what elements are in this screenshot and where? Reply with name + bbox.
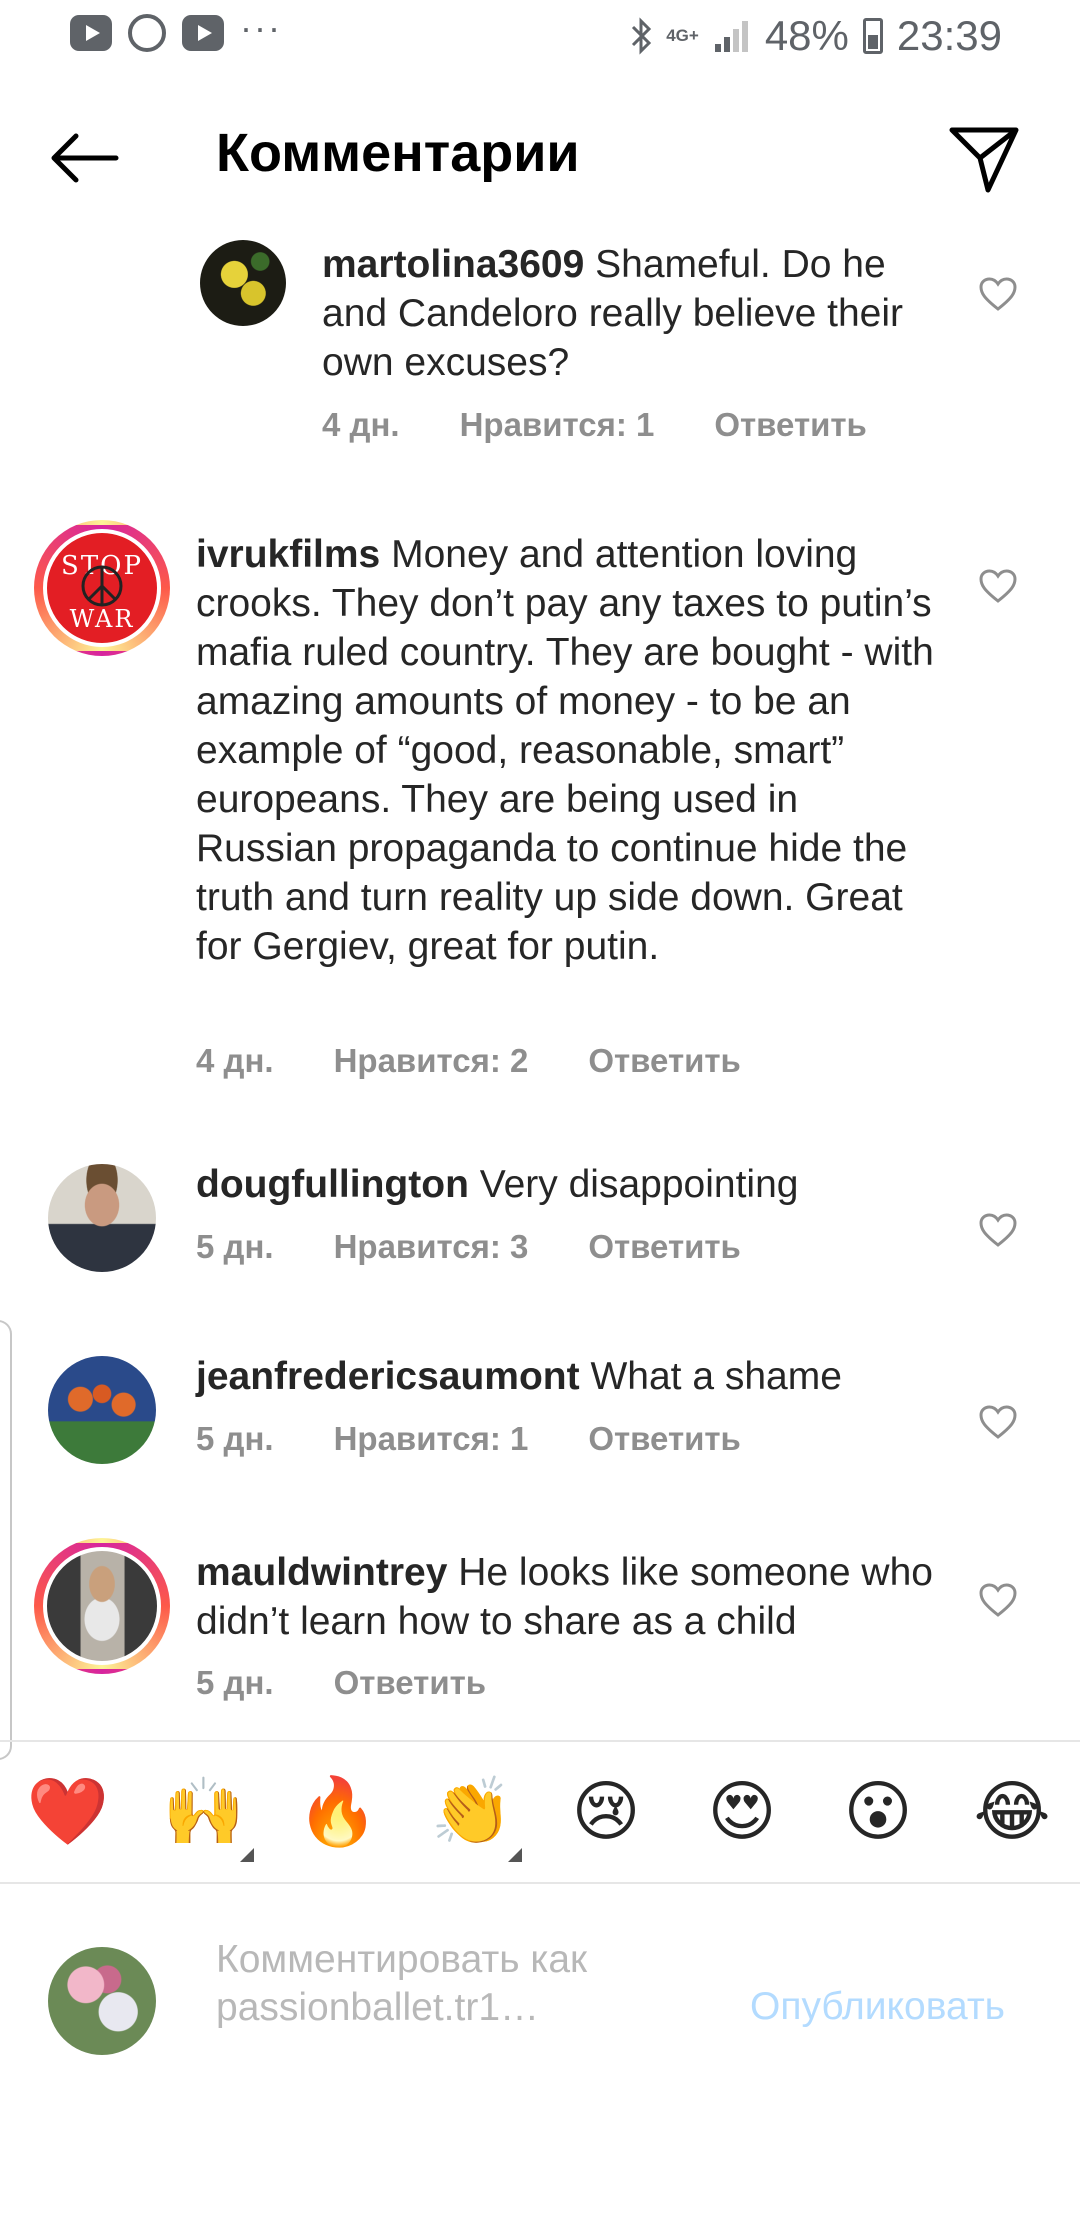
notification-icons: ···	[70, 7, 282, 52]
divider	[0, 1882, 1080, 1884]
emoji-clap-button[interactable]: 👏	[422, 1762, 522, 1862]
comment-meta: 5 дн. Нравится: 1 Ответить	[196, 1420, 801, 1458]
like-heart-icon[interactable]	[978, 1212, 1018, 1248]
reply-button[interactable]: Ответить	[588, 1228, 741, 1266]
emoji-raised-hands-button[interactable]: 🙌	[154, 1762, 254, 1862]
emoji-heart-eyes-button[interactable]: 😍	[692, 1762, 792, 1862]
battery-icon	[862, 18, 883, 54]
comment-meta: 5 дн. Нравится: 3 Ответить	[196, 1228, 801, 1266]
avatar[interactable]: STOP WAR	[34, 520, 170, 656]
back-button[interactable]	[46, 128, 122, 188]
overflow-dots: ···	[240, 7, 282, 48]
network-type: 4G+	[666, 26, 699, 45]
comment-age: 5 дн.	[196, 1228, 274, 1265]
youtube-icon	[70, 15, 112, 51]
comment-body: Money and attention loving crooks. They …	[196, 533, 934, 968]
header: Комментарии	[0, 110, 1080, 200]
comment-input[interactable]: Комментировать как passionballet.tr1…	[216, 1936, 736, 2032]
comment-username[interactable]: mauldwintrey	[196, 1551, 447, 1594]
comment-username[interactable]: jeanfredericsaumont	[196, 1355, 580, 1398]
arrow-left-icon	[51, 133, 119, 183]
signal-icon	[714, 21, 748, 52]
like-heart-icon[interactable]	[978, 276, 1018, 312]
comment-likes[interactable]: Нравится: 1	[334, 1420, 529, 1458]
paper-plane-icon	[949, 127, 1019, 193]
avatar-image: STOP WAR	[43, 529, 161, 647]
comment-likes[interactable]: Нравится: 2	[334, 1042, 529, 1080]
publish-button[interactable]: Опубликовать	[750, 1985, 1005, 2029]
comment-likes[interactable]: Нравится: 3	[334, 1228, 529, 1266]
avatar-image	[43, 1547, 161, 1665]
comment-username[interactable]: dougfullington	[196, 1163, 469, 1206]
comment-meta: 5 дн. Ответить	[196, 1664, 546, 1702]
peace-symbol-icon	[81, 565, 123, 607]
youtube-icon	[182, 15, 224, 51]
emoji-surprised-face-button[interactable]: 😮	[828, 1762, 928, 1862]
comment-body: What a shame	[590, 1355, 842, 1398]
comment-age: 5 дн.	[196, 1664, 274, 1701]
edge-panel-handle[interactable]	[0, 1320, 12, 1760]
emoji-fire-button[interactable]: 🔥	[288, 1762, 388, 1862]
avatar-war-text: WAR	[69, 605, 135, 633]
comment-meta: 4 дн. Нравится: 2 Ответить	[196, 1042, 801, 1080]
share-button[interactable]	[946, 120, 1022, 196]
bluetooth-icon	[632, 17, 652, 55]
whatsapp-icon	[128, 14, 166, 52]
comment-meta: 4 дн. Нравится: 1 Ответить	[322, 406, 927, 444]
like-heart-icon[interactable]	[978, 1582, 1018, 1618]
comment-text: dougfullington Very disappointing	[196, 1160, 936, 1209]
comment-text: mauldwintrey He looks like someone who d…	[196, 1548, 956, 1646]
like-heart-icon[interactable]	[978, 568, 1018, 604]
reply-button[interactable]: Ответить	[588, 1420, 741, 1458]
comment-text: jeanfredericsaumont What a shame	[196, 1352, 936, 1401]
emoji-crying-face-button[interactable]: 😢	[556, 1762, 656, 1862]
avatar[interactable]	[48, 1356, 156, 1464]
skin-tone-indicator	[508, 1848, 522, 1862]
skin-tone-indicator	[240, 1848, 254, 1862]
avatar[interactable]	[48, 1164, 156, 1272]
status-bar: ··· 4G+ 48% 23:39	[0, 0, 1080, 80]
avatar[interactable]	[34, 1538, 170, 1674]
comment-text: martolina3609 Shameful. Do he and Candel…	[322, 240, 942, 387]
comment-age: 4 дн.	[196, 1042, 274, 1079]
emoji-joy-button[interactable]: 😂	[962, 1762, 1062, 1862]
battery-percent: 48%	[764, 12, 849, 59]
reply-button[interactable]: Ответить	[588, 1042, 741, 1080]
comment-age: 5 дн.	[196, 1420, 274, 1457]
emoji-quick-bar: ❤️ 🙌 🔥 👏 😢 😍 😮 😂	[0, 1762, 1080, 1862]
comment-age: 4 дн.	[322, 406, 400, 443]
reply-button[interactable]: Ответить	[714, 406, 867, 444]
system-indicators: 4G+ 48% 23:39	[630, 12, 1002, 60]
page-title: Комментарии	[216, 123, 580, 183]
emoji-heart-button[interactable]: ❤️	[18, 1762, 118, 1862]
clock: 23:39	[896, 12, 1002, 59]
avatar[interactable]	[200, 240, 286, 326]
comment-body: Very disappointing	[479, 1163, 799, 1206]
comment-likes[interactable]: Нравится: 1	[460, 406, 655, 444]
divider	[0, 1740, 1080, 1742]
like-heart-icon[interactable]	[978, 1404, 1018, 1440]
comment-username[interactable]: martolina3609	[322, 243, 584, 286]
comment-text: ivrukfilms Money and attention loving cr…	[196, 530, 936, 971]
reply-button[interactable]: Ответить	[334, 1664, 487, 1702]
comment-username[interactable]: ivrukfilms	[196, 533, 380, 576]
current-user-avatar	[48, 1947, 156, 2055]
